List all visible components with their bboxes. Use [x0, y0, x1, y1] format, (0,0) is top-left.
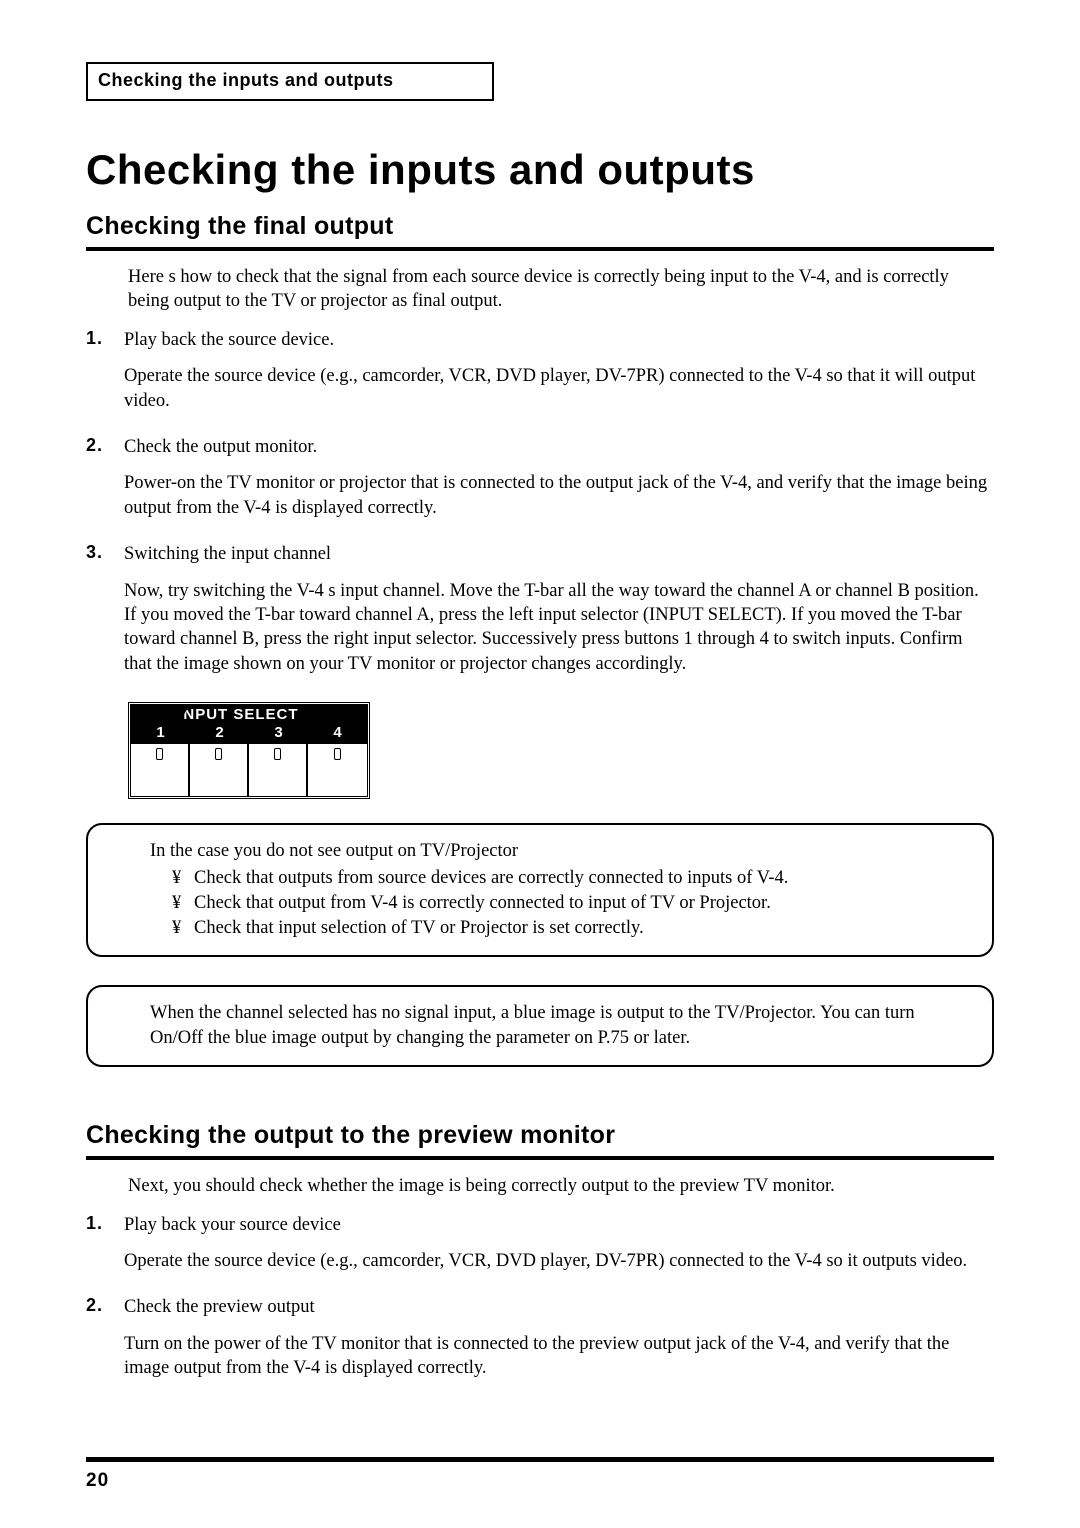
section-heading-final-output: Checking the final output [86, 212, 994, 241]
panel-num-3: 3 [249, 724, 308, 741]
step-detail: Power-on the TV monitor or projector tha… [124, 471, 994, 520]
step-2: 2. Check the output monitor. Power-on th… [86, 435, 994, 536]
note-item-text: Check that outputs from source devices a… [194, 868, 788, 888]
heading-rule [86, 247, 994, 251]
step-1-preview: 1. Play back your source device Operate … [86, 1213, 994, 1290]
note-item: ¥Check that outputs from source devices … [172, 866, 972, 891]
section-heading-preview-monitor: Checking the output to the preview monit… [86, 1121, 994, 1150]
note-list: ¥Check that outputs from source devices … [172, 866, 972, 941]
bullet-icon: ¥ [172, 891, 194, 916]
step-number: 1. [86, 1213, 112, 1290]
footer-rule [86, 1457, 994, 1462]
step-1: 1. Play back the source device. Operate … [86, 328, 994, 429]
note-item: ¥Check that output from V-4 is correctly… [172, 891, 972, 916]
step-number: 1. [86, 328, 112, 429]
panel-button-3 [249, 744, 308, 796]
panel-num-1: 1 [131, 724, 190, 741]
content-area: Checking the inputs and outputs Checking… [86, 146, 994, 1403]
note-box-troubleshoot: In the case you do not see output on TV/… [86, 823, 994, 957]
bullet-icon: ¥ [172, 866, 194, 891]
bullet-icon: ¥ [172, 916, 194, 941]
note-paragraph: When the channel selected has no signal … [150, 1001, 972, 1051]
intro-paragraph: Here s how to check that the signal from… [128, 265, 994, 314]
panel-button-1 [131, 744, 190, 796]
page-number: 20 [86, 1470, 109, 1492]
note-lead: In the case you do not see output on TV/… [150, 839, 972, 864]
led-icon [215, 748, 222, 760]
panel-button-4 [308, 744, 367, 796]
step-detail: Turn on the power of the TV monitor that… [124, 1332, 994, 1381]
step-lead: Play back your source device [124, 1213, 994, 1237]
page-title: Checking the inputs and outputs [86, 146, 994, 194]
step-detail: Now, try switching the V-4 s input chann… [124, 579, 994, 677]
running-header-text: Checking the inputs and outputs [98, 70, 394, 90]
step-3: 3. Switching the input channel Now, try … [86, 542, 994, 692]
panel-num-2: 2 [190, 724, 249, 741]
note-item-text: Check that input selection of TV or Proj… [194, 918, 644, 938]
step-2-preview: 2. Check the preview output Turn on the … [86, 1295, 994, 1396]
step-detail: Operate the source device (e.g., camcord… [124, 364, 994, 413]
note-item-text: Check that output from V-4 is correctly … [194, 893, 771, 913]
panel-label: INPUT SELECT [178, 705, 320, 724]
heading-rule [86, 1156, 994, 1160]
step-number: 2. [86, 435, 112, 536]
page: Checking the inputs and outputs Checking… [0, 0, 1080, 1528]
step-lead: Check the output monitor. [124, 435, 994, 459]
led-icon [156, 748, 163, 760]
step-number: 2. [86, 1295, 112, 1396]
led-icon [274, 748, 281, 760]
step-lead: Switching the input channel [124, 542, 994, 566]
panel-num-4: 4 [308, 724, 367, 741]
panel-button-2 [190, 744, 249, 796]
intro-paragraph: Next, you should check whether the image… [128, 1174, 994, 1198]
step-detail: Operate the source device (e.g., camcord… [124, 1249, 994, 1273]
note-item: ¥Check that input selection of TV or Pro… [172, 916, 972, 941]
note-box-blue-image: When the channel selected has no signal … [86, 985, 994, 1067]
step-number: 3. [86, 542, 112, 692]
input-select-panel: INPUT SELECT 1 2 3 4 [128, 702, 370, 799]
step-lead: Check the preview output [124, 1295, 994, 1319]
step-lead: Play back the source device. [124, 328, 994, 352]
led-icon [334, 748, 341, 760]
running-header: Checking the inputs and outputs [86, 62, 494, 101]
